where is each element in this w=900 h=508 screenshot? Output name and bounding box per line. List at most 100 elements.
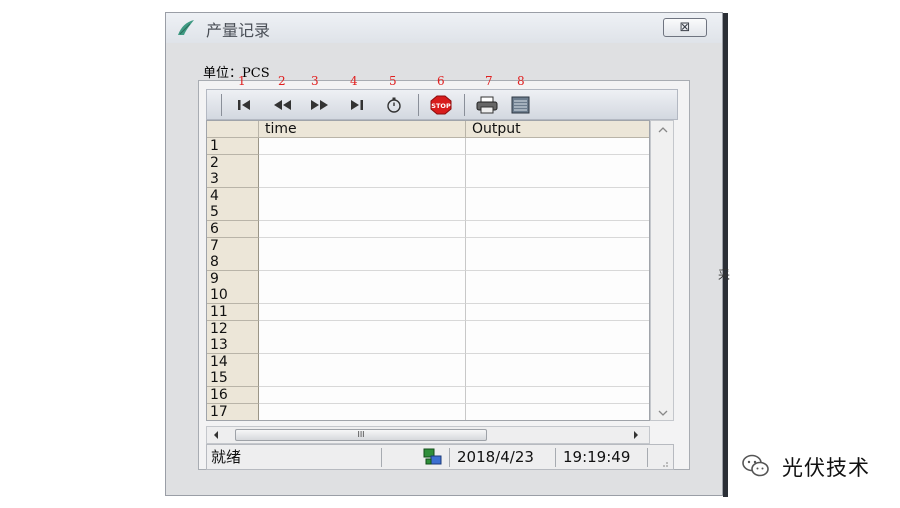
output-cell[interactable] [466, 204, 649, 222]
row-number[interactable]: 1 [207, 138, 259, 155]
scroll-up-icon[interactable] [658, 127, 668, 133]
time-cell[interactable] [259, 304, 466, 321]
table-row[interactable]: 14 [207, 353, 649, 371]
time-cell[interactable] [259, 337, 466, 355]
timer-button[interactable] [382, 94, 406, 116]
table-row[interactable]: 12 [207, 320, 649, 338]
unit-label: 单位：PCS [203, 66, 270, 81]
output-cell[interactable] [466, 270, 649, 288]
row-number[interactable]: 14 [207, 353, 259, 371]
app-leaf-icon [178, 20, 194, 35]
row-number[interactable]: 17 [207, 403, 259, 420]
export-button[interactable] [508, 94, 532, 116]
time-cell[interactable] [259, 204, 466, 222]
output-cell[interactable] [466, 237, 649, 255]
output-cell[interactable] [466, 320, 649, 338]
horizontal-scroll-thumb[interactable]: III [235, 429, 487, 441]
close-button[interactable]: ⊠ [663, 18, 707, 37]
row-number[interactable]: 12 [207, 320, 259, 338]
table-row[interactable]: 8 [207, 254, 649, 272]
row-number[interactable]: 9 [207, 270, 259, 288]
row-number[interactable]: 3 [207, 171, 259, 189]
next-record-button[interactable] [308, 94, 332, 116]
time-cell[interactable] [259, 320, 466, 338]
table-row[interactable]: 17 [207, 403, 649, 420]
row-number[interactable]: 13 [207, 337, 259, 355]
table-row[interactable]: 3 [207, 171, 649, 189]
records-table[interactable]: time Output 1 2 3 4 5 6 7 8 9 10 11 12 13 14 15 16 17 [206, 120, 650, 421]
previous-record-button[interactable] [270, 94, 294, 116]
toolbar-number-7: 7 [485, 74, 493, 88]
window-title: 产量记录 [206, 21, 271, 40]
output-cell[interactable] [466, 254, 649, 272]
status-separator [647, 448, 648, 467]
time-cell[interactable] [259, 154, 466, 172]
row-number[interactable]: 5 [207, 204, 259, 222]
last-record-button[interactable] [345, 94, 369, 116]
row-number[interactable]: 4 [207, 187, 259, 205]
time-cell[interactable] [259, 403, 466, 420]
output-cell[interactable] [466, 353, 649, 371]
output-cell[interactable] [466, 154, 649, 172]
time-cell[interactable] [259, 138, 466, 155]
row-number[interactable]: 10 [207, 287, 259, 305]
row-number[interactable]: 2 [207, 154, 259, 172]
toolbar-number-3: 3 [311, 74, 319, 88]
time-cell[interactable] [259, 353, 466, 371]
scroll-down-icon[interactable] [658, 410, 668, 416]
time-cell[interactable] [259, 254, 466, 272]
time-cell[interactable] [259, 171, 466, 189]
table-row[interactable]: 5 [207, 204, 649, 222]
time-cell[interactable] [259, 221, 466, 238]
svg-text:STOP: STOP [431, 102, 451, 110]
title-bar[interactable]: 产量记录 ⊠ [166, 13, 722, 43]
table-row[interactable]: 9 [207, 270, 649, 288]
stop-button[interactable]: STOP [429, 94, 453, 116]
column-header-time[interactable]: time [259, 121, 466, 138]
time-cell[interactable] [259, 270, 466, 288]
first-record-button[interactable] [232, 94, 256, 116]
output-cell[interactable] [466, 370, 649, 388]
output-cell[interactable] [466, 187, 649, 205]
output-cell[interactable] [466, 171, 649, 189]
row-number[interactable]: 15 [207, 370, 259, 388]
time-cell[interactable] [259, 370, 466, 388]
horizontal-scrollbar[interactable]: III [206, 426, 650, 444]
toolbar-number-4: 4 [350, 74, 358, 88]
resize-grip-icon[interactable] [659, 458, 669, 468]
output-cell[interactable] [466, 287, 649, 305]
table-row[interactable]: 16 [207, 387, 649, 404]
watermark-text: 光伏技术 [782, 456, 870, 480]
output-cell[interactable] [466, 387, 649, 404]
row-number[interactable]: 8 [207, 254, 259, 272]
output-cell[interactable] [466, 221, 649, 238]
table-row[interactable]: 10 [207, 287, 649, 305]
table-row[interactable]: 7 [207, 237, 649, 255]
row-number[interactable]: 7 [207, 237, 259, 255]
output-cell[interactable] [466, 138, 649, 155]
print-icon [476, 96, 498, 114]
column-header-output[interactable]: Output [466, 121, 649, 138]
vertical-scrollbar[interactable] [650, 120, 674, 421]
time-cell[interactable] [259, 187, 466, 205]
print-button[interactable] [475, 94, 499, 116]
table-row[interactable]: 15 [207, 370, 649, 388]
scroll-right-icon[interactable] [633, 431, 639, 439]
last-record-icon [351, 100, 363, 110]
time-cell[interactable] [259, 387, 466, 404]
table-row[interactable]: 13 [207, 337, 649, 355]
row-number[interactable]: 11 [207, 304, 259, 321]
table-row[interactable]: 4 [207, 187, 649, 205]
output-cell[interactable] [466, 304, 649, 321]
table-row[interactable]: 1 [207, 138, 649, 155]
table-row[interactable]: 11 [207, 304, 649, 321]
row-number[interactable]: 6 [207, 221, 259, 238]
time-cell[interactable] [259, 237, 466, 255]
scroll-left-icon[interactable] [213, 431, 219, 439]
table-row[interactable]: 6 [207, 221, 649, 238]
output-cell[interactable] [466, 337, 649, 355]
table-row[interactable]: 2 [207, 154, 649, 172]
time-cell[interactable] [259, 287, 466, 305]
row-number[interactable]: 16 [207, 387, 259, 404]
output-cell[interactable] [466, 403, 649, 420]
